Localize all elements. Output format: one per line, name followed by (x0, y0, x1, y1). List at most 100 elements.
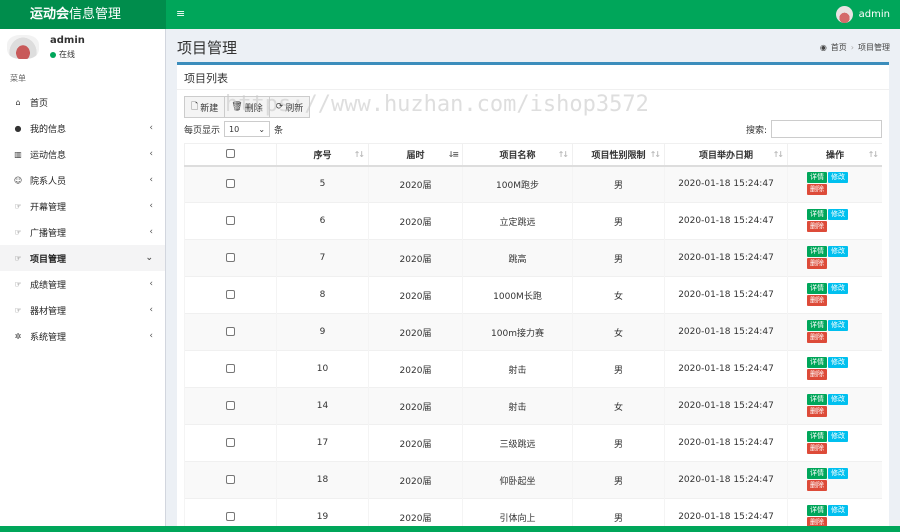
table-row[interactable]: 8 2020届 1000M长跑女 2020-01-18 15:24:47 详情 修改删除 (184, 276, 882, 314)
chevron-left-icon: ‹ (149, 305, 153, 315)
app-logo[interactable]: 运动会信息管理 (0, 0, 166, 29)
row-select-cell[interactable] (184, 165, 277, 203)
edit-button[interactable]: 修改 (828, 394, 848, 405)
table-row[interactable]: 17 2020届 三级跳远男 2020-01-18 15:24:47 详情 修改删除 (184, 424, 882, 462)
row-checkbox[interactable] (226, 290, 235, 299)
edit-button[interactable]: 修改 (828, 283, 848, 294)
delete-row-button[interactable]: 删除 (807, 480, 827, 491)
delete-row-button[interactable]: 删除 (807, 295, 827, 306)
sidebar-item[interactable]: ☞ 广播管理 ‹ (0, 219, 165, 245)
sidebar-item[interactable]: ☺ 院系人员 ‹ (0, 167, 165, 193)
edit-button[interactable]: 修改 (828, 209, 848, 220)
project-table: 序号 ↑↓ 届时 ↓≡ 项目名称 ↑↓ 项目性别限制 ↑↓ 项目举办日期 ↑↓ 操作 ↑↓ … (184, 143, 882, 532)
row-checkbox[interactable] (226, 475, 235, 484)
row-checkbox[interactable] (226, 253, 235, 262)
detail-button[interactable]: 详情 (807, 320, 827, 331)
row-select-cell[interactable] (184, 461, 277, 499)
header-session[interactable]: 届时 ↓≡ (368, 143, 463, 167)
sidebar-item[interactable]: ☞ 开幕管理 ‹ (0, 193, 165, 219)
edit-button[interactable]: 修改 (828, 357, 848, 368)
header-gender[interactable]: 项目性别限制 ↑↓ (572, 143, 665, 167)
row-checkbox[interactable] (226, 512, 235, 522)
sidebar-item[interactable]: ● 我的信息 ‹ (0, 115, 165, 141)
edit-button[interactable]: 修改 (828, 320, 848, 331)
delete-row-button[interactable]: 删除 (807, 332, 827, 343)
chevron-left-icon: ‹ (149, 201, 153, 211)
detail-button[interactable]: 详情 (807, 394, 827, 405)
row-select-cell[interactable] (184, 313, 277, 351)
table-row[interactable]: 7 2020届 跳高男 2020-01-18 15:24:47 详情 修改删除 (184, 239, 882, 277)
row-select-cell[interactable] (184, 239, 277, 277)
edit-button[interactable]: 修改 (828, 468, 848, 479)
sidebar-item[interactable]: ▥ 运动信息 ‹ (0, 141, 165, 167)
detail-button[interactable]: 详情 (807, 431, 827, 442)
detail-button[interactable]: 详情 (807, 246, 827, 257)
row-select-cell[interactable] (184, 276, 277, 314)
row-checkbox[interactable] (226, 438, 235, 447)
refresh-button[interactable]: ⟳ 刷新 (269, 96, 311, 118)
cell-session: 2020届 (368, 239, 463, 277)
cell-actions: 详情 修改删除 (787, 313, 882, 351)
breadcrumb-home[interactable]: 首页 (831, 42, 847, 53)
header-id[interactable]: 序号 ↑↓ (276, 143, 369, 167)
delete-button[interactable]: 🗑 删除 (225, 96, 270, 118)
row-select-cell[interactable] (184, 387, 277, 425)
cell-id: 14 (276, 387, 369, 425)
detail-button[interactable]: 详情 (807, 283, 827, 294)
menu-toggle-icon[interactable]: ≡ (176, 8, 188, 20)
detail-button[interactable]: 详情 (807, 505, 827, 517)
row-select-cell[interactable] (184, 350, 277, 388)
page-title: 项目管理 (177, 39, 238, 57)
table-row[interactable]: 5 2020届 100M跑步男 2020-01-18 15:24:47 详情 修改删除 (184, 165, 882, 203)
detail-button[interactable]: 详情 (807, 209, 827, 220)
delete-row-button[interactable]: 删除 (807, 443, 827, 454)
cell-name: 三级跳远 (462, 424, 573, 462)
page-length-select[interactable]: 10 ⌄ (224, 121, 271, 137)
table-row[interactable]: 9 2020届 100m接力赛女 2020-01-18 15:24:47 详情 修改删除 (184, 313, 882, 351)
header-date-label: 项目举办日期 (698, 150, 753, 161)
cell-date: 2020-01-18 15:24:47 (664, 461, 788, 499)
delete-row-button[interactable]: 删除 (807, 369, 827, 380)
table-row[interactable]: 18 2020届 仰卧起坐男 2020-01-18 15:24:47 详情 修改删除 (184, 461, 882, 499)
delete-row-button[interactable]: 删除 (807, 258, 827, 269)
row-checkbox[interactable] (226, 401, 235, 410)
select-all-header[interactable] (184, 143, 277, 167)
edit-button[interactable]: 修改 (828, 246, 848, 257)
row-checkbox[interactable] (226, 364, 235, 373)
delete-row-button[interactable]: 删除 (807, 406, 827, 417)
table-row[interactable]: 10 2020届 射击男 2020-01-18 15:24:47 详情 修改删除 (184, 350, 882, 388)
row-checkbox[interactable] (226, 216, 235, 225)
row-checkbox[interactable] (226, 327, 235, 336)
edit-button[interactable]: 修改 (828, 172, 848, 184)
cell-gender: 女 (572, 387, 665, 425)
detail-button[interactable]: 详情 (807, 357, 827, 368)
edit-button[interactable]: 修改 (828, 505, 848, 517)
row-select-cell[interactable] (184, 424, 277, 462)
sidebar-item[interactable]: ⌂ 首页 (0, 89, 165, 115)
search-input[interactable] (771, 120, 882, 138)
header-name[interactable]: 项目名称 ↑↓ (462, 143, 573, 167)
delete-row-button[interactable]: 删除 (807, 184, 827, 196)
header-date[interactable]: 项目举办日期 ↑↓ (664, 143, 788, 167)
select-all-checkbox[interactable] (226, 149, 235, 159)
sidebar-item[interactable]: ☞ 成绩管理 ‹ (0, 271, 165, 297)
sidebar-item[interactable]: ✲ 系统管理 ‹ (0, 323, 165, 349)
sidebar-item[interactable]: ☞ 项目管理 ⌄ (0, 245, 165, 271)
cell-date: 2020-01-18 15:24:47 (664, 165, 788, 203)
cell-session: 2020届 (368, 461, 463, 499)
sort-icon: ↑↓ (353, 150, 365, 159)
detail-button[interactable]: 详情 (807, 468, 827, 479)
row-select-cell[interactable] (184, 202, 277, 240)
user-panel: admin 在线 (0, 29, 165, 69)
row-checkbox[interactable] (226, 179, 235, 189)
add-button[interactable]: 🗋 新建 (184, 96, 226, 118)
table-row[interactable]: 6 2020届 立定跳远男 2020-01-18 15:24:47 详情 修改删除 (184, 202, 882, 240)
edit-button[interactable]: 修改 (828, 431, 848, 442)
delete-row-button[interactable]: 删除 (807, 221, 827, 232)
table-row[interactable]: 14 2020届 射击女 2020-01-18 15:24:47 详情 修改删除 (184, 387, 882, 425)
sidebar-item[interactable]: ☞ 器材管理 ‹ (0, 297, 165, 323)
header-actions[interactable]: 操作 ↑↓ (787, 143, 882, 167)
user-menu[interactable]: admin (835, 6, 890, 23)
detail-button[interactable]: 详情 (807, 172, 827, 184)
refresh-icon: ⟳ (275, 102, 284, 112)
